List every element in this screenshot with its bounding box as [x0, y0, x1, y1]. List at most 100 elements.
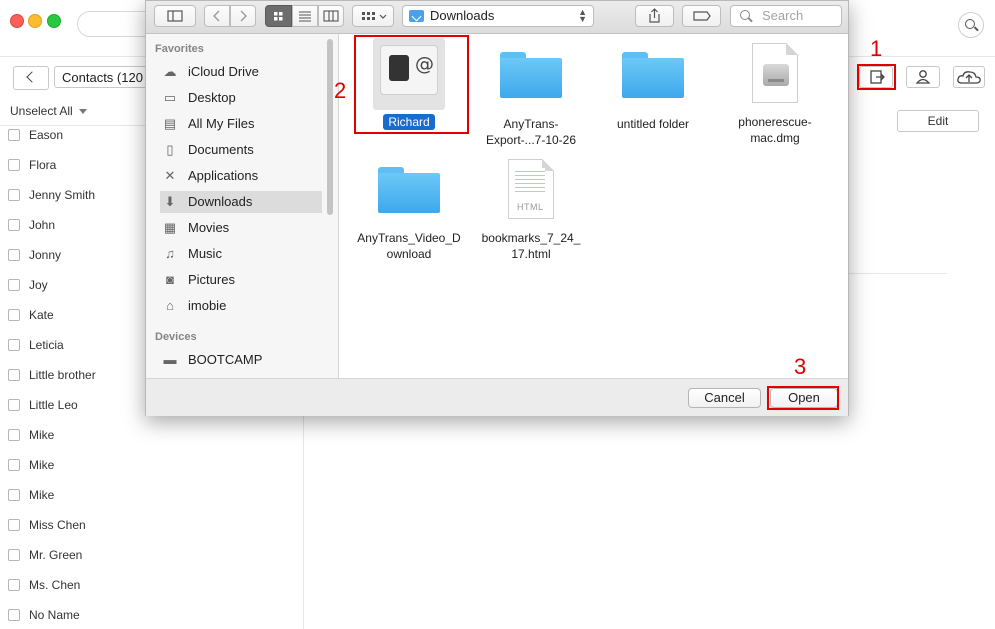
- sidebar-item-desktop[interactable]: ▭ Desktop: [160, 87, 322, 109]
- dialog-footer: Cancel Open: [146, 378, 848, 416]
- sidebar-item-imobie[interactable]: ⌂ imobie: [160, 295, 322, 317]
- contact-row[interactable]: Jonny: [8, 248, 61, 268]
- disk-image-icon: [752, 43, 798, 103]
- file-item-anytrans-export[interactable]: AnyTrans- Export-...7-10-26: [472, 46, 590, 148]
- checkbox[interactable]: [8, 159, 20, 171]
- step-3-highlight: [767, 386, 839, 410]
- icon-view-button[interactable]: [265, 5, 292, 27]
- file-item-anytrans-video-download[interactable]: AnyTrans_Video_D ownload: [350, 161, 468, 262]
- sidebar-item-label: Downloads: [188, 194, 253, 209]
- close-window-button[interactable]: [10, 14, 24, 28]
- sidebar-item-label: BOOTCAMP: [188, 352, 263, 367]
- checkbox[interactable]: [8, 279, 20, 291]
- add-contact-button[interactable]: [906, 66, 940, 88]
- search-icon[interactable]: [958, 12, 984, 38]
- contact-row[interactable]: Mike: [8, 458, 54, 478]
- chevron-left-icon: [213, 10, 220, 22]
- open-file-dialog: Downloads ▲ ▼ Search Favorites ☁ iCloud Dr…: [145, 0, 849, 416]
- devices-header: Devices: [155, 331, 197, 343]
- back-button[interactable]: [13, 66, 49, 90]
- nav-forward-button[interactable]: [230, 5, 256, 27]
- file-item-phonerescue-dmg[interactable]: phonerescue- mac.dmg: [716, 43, 834, 146]
- contact-row[interactable]: Jenny Smith: [8, 188, 95, 208]
- sidebar-scrollbar[interactable]: [327, 39, 333, 215]
- arrange-menu-button[interactable]: [352, 5, 394, 27]
- search-field[interactable]: Search: [730, 5, 842, 27]
- nav-back-button[interactable]: [204, 5, 230, 27]
- contact-row[interactable]: Ms. Chen: [8, 578, 80, 598]
- grid-icon: [274, 12, 283, 21]
- checkbox[interactable]: [8, 249, 20, 261]
- checkbox[interactable]: [8, 609, 20, 621]
- checkbox[interactable]: [8, 309, 20, 321]
- contacts-category-button[interactable]: Contacts (120: [54, 66, 150, 88]
- contact-row[interactable]: Little Leo: [8, 398, 78, 418]
- contact-row[interactable]: Miss Chen: [8, 518, 86, 538]
- sidebar-item-label: Movies: [188, 220, 230, 235]
- contact-name: Leticia: [29, 338, 64, 352]
- checkbox[interactable]: [8, 459, 20, 471]
- sidebar-item-icloud-drive[interactable]: ☁ iCloud Drive: [160, 61, 322, 83]
- checkbox[interactable]: [8, 339, 20, 351]
- sidebar-item-downloads[interactable]: ⬇ Downloads: [160, 191, 322, 213]
- cloud-upload-button[interactable]: [953, 66, 985, 88]
- cancel-button[interactable]: Cancel: [688, 388, 761, 408]
- music-icon: ♫: [165, 246, 175, 261]
- contact-name: Ms. Chen: [29, 578, 81, 592]
- sidebar-item-applications[interactable]: ✕ Applications: [160, 165, 322, 187]
- share-button[interactable]: [635, 5, 674, 27]
- sidebar-item-music[interactable]: ♫ Music: [160, 243, 322, 265]
- sidebar-item-bootcamp[interactable]: ▬ BOOTCAMP: [160, 349, 322, 371]
- unselect-all-label: Unselect All: [10, 104, 73, 118]
- contact-name: No Name: [29, 608, 80, 622]
- contact-row[interactable]: Mike: [8, 428, 54, 448]
- file-name-line2: Export-...7-10-26: [485, 133, 577, 147]
- checkbox[interactable]: [8, 429, 20, 441]
- checkbox[interactable]: [8, 549, 20, 561]
- sidebar-item-pictures[interactable]: ◙ Pictures: [160, 269, 322, 291]
- checkbox[interactable]: [8, 369, 20, 381]
- contact-name: Mike: [29, 458, 55, 472]
- sidebar-item-all-my-files[interactable]: ▤ All My Files: [160, 113, 322, 135]
- sidebar-item-label: Music: [188, 246, 222, 261]
- contact-row[interactable]: John: [8, 218, 55, 238]
- checkbox[interactable]: [8, 129, 20, 141]
- file-item-bookmarks-html[interactable]: HTML bookmarks_7_24_ 17.html: [472, 159, 590, 262]
- minimize-window-button[interactable]: [28, 14, 42, 28]
- contact-name: Little Leo: [29, 398, 78, 412]
- edit-button[interactable]: Edit: [897, 110, 979, 132]
- file-item-untitled-folder[interactable]: untitled folder: [594, 46, 712, 132]
- checkbox[interactable]: [8, 579, 20, 591]
- contact-row[interactable]: Flora: [8, 158, 56, 178]
- sidebar-item-label: All My Files: [188, 116, 255, 131]
- checkbox[interactable]: [8, 189, 20, 201]
- sidebar-item-documents[interactable]: ▯ Documents: [160, 139, 322, 161]
- contact-row[interactable]: Joy: [8, 278, 48, 298]
- column-view-button[interactable]: [318, 5, 344, 27]
- sidebar-item-label: Desktop: [188, 90, 236, 105]
- chevron-right-icon: [240, 10, 247, 22]
- unselect-all-dropdown[interactable]: Unselect All: [10, 104, 87, 118]
- checkbox[interactable]: [8, 519, 20, 531]
- sidebar-toggle-button[interactable]: [154, 5, 196, 27]
- sidebar-icon: [167, 10, 183, 22]
- tags-button[interactable]: [682, 5, 721, 27]
- contact-row[interactable]: No Name: [8, 608, 80, 628]
- contact-row[interactable]: Mike: [8, 488, 54, 508]
- sidebar-item-label: Pictures: [188, 272, 235, 287]
- desktop-icon: ▭: [163, 90, 177, 105]
- contact-row[interactable]: Mr. Green: [8, 548, 82, 568]
- checkbox[interactable]: [8, 489, 20, 501]
- list-view-button[interactable]: [292, 5, 318, 27]
- step-1-label: 1: [870, 36, 883, 61]
- location-popup[interactable]: Downloads ▲ ▼: [402, 5, 594, 27]
- contact-row[interactable]: Little brother: [8, 368, 96, 388]
- contact-row[interactable]: Leticia: [8, 338, 64, 358]
- checkbox[interactable]: [8, 219, 20, 231]
- checkbox[interactable]: [8, 399, 20, 411]
- dialog-sidebar: Favorites ☁ iCloud Drive ▭ Desktop ▤ All My…: [146, 34, 339, 378]
- zoom-window-button[interactable]: [47, 14, 61, 28]
- contact-row[interactable]: Kate: [8, 308, 54, 328]
- contact-row[interactable]: Eason: [8, 128, 63, 148]
- sidebar-item-movies[interactable]: ▦ Movies: [160, 217, 322, 239]
